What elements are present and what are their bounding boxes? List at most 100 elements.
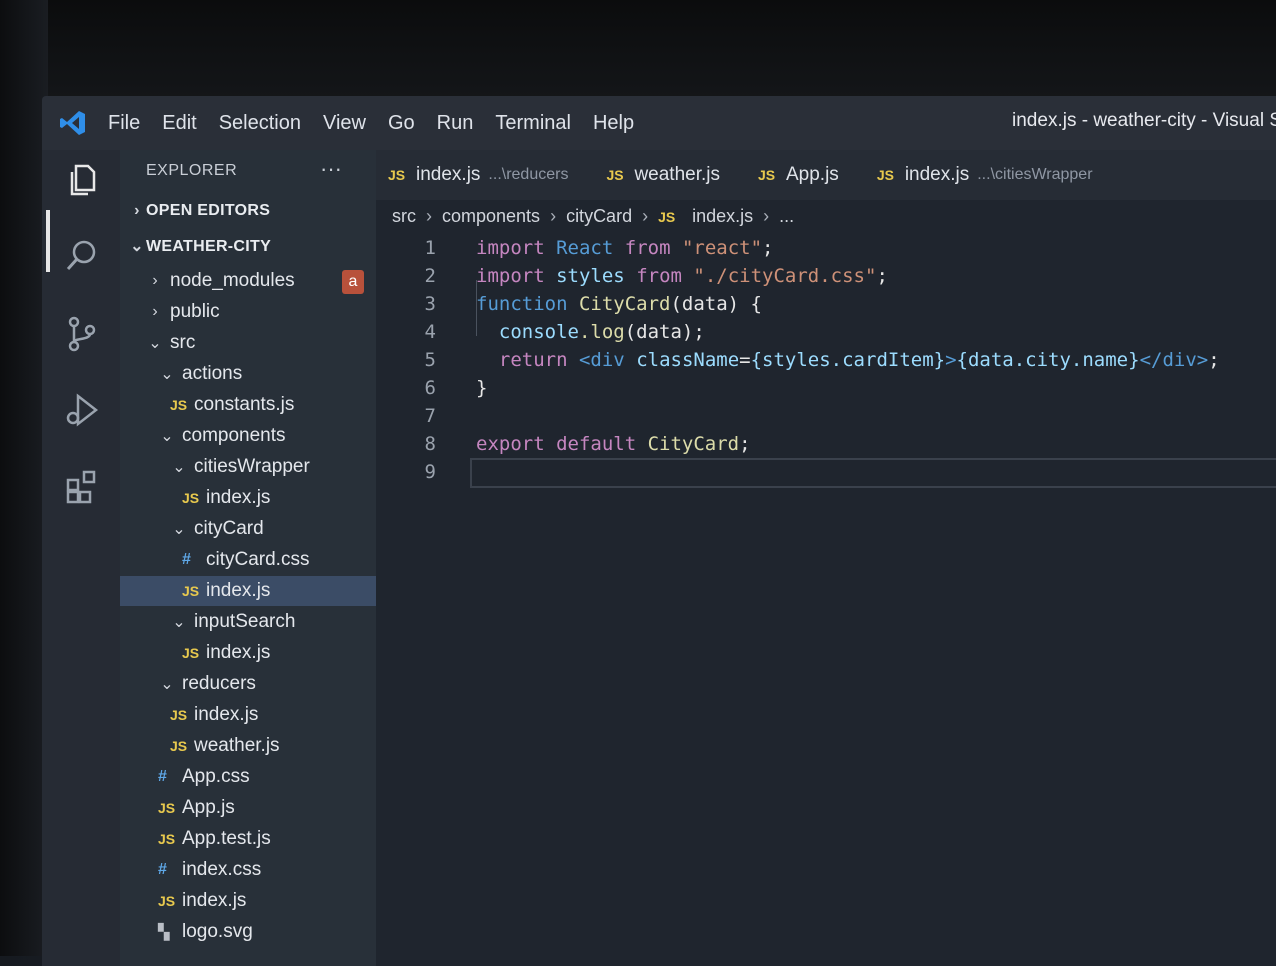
vscode-logo-icon [60, 111, 85, 135]
js-file-icon: JS [182, 490, 200, 506]
project-label: WEATHER-CITY [146, 238, 272, 255]
tree-item-label: cityCard [194, 518, 264, 539]
breadcrumb: src › components › cityCard › JS index.j… [392, 206, 794, 227]
tree-item-label: App.test.js [182, 828, 271, 849]
tree-file[interactable]: JS App.test.js [120, 824, 376, 854]
monitor-bezel-left [0, 0, 48, 956]
menu-edit[interactable]: Edit [162, 112, 196, 135]
tree-folder[interactable]: ⌄ reducers [120, 669, 376, 699]
code-line: 5 return <div className = {styles.cardItem… [376, 346, 1276, 374]
jsx-tag: > [945, 349, 957, 371]
tree-item-label: App.css [182, 766, 250, 787]
tab-citieswrapper-index[interactable]: JS index.js ...\citiesWrapper [865, 150, 1119, 200]
line-number: 4 [424, 321, 436, 343]
git-status-badge: a [342, 270, 364, 294]
line-number: 5 [424, 349, 436, 371]
tree-file[interactable]: JS constants.js [120, 390, 376, 420]
project-section[interactable]: ⌄ WEATHER-CITY [128, 236, 271, 256]
identifier: console [498, 321, 579, 343]
string-literal: "react" [681, 237, 763, 259]
tab-description: ...\citiesWrapper [977, 166, 1093, 183]
tree-file[interactable]: JS index.js [120, 886, 376, 916]
tab-app[interactable]: JS App.js [746, 150, 865, 200]
tab-label: index.js [416, 164, 481, 185]
search-icon[interactable] [62, 236, 102, 276]
tree-folder[interactable]: › public [120, 297, 376, 327]
punctuation: } [476, 377, 488, 399]
tree-file[interactable]: JS weather.js [120, 731, 376, 761]
menu-terminal[interactable]: Terminal [495, 112, 571, 135]
monitor-bezel-top [0, 0, 1276, 100]
breadcrumb-citycard[interactable]: cityCard [566, 206, 632, 227]
tree-folder[interactable]: ⌄ components [120, 421, 376, 451]
tab-label: index.js [904, 164, 970, 185]
menu-view[interactable]: View [323, 112, 366, 135]
line-number: 3 [424, 293, 436, 315]
tree-file[interactable]: # index.css [120, 855, 376, 885]
js-file-icon: JS [388, 167, 406, 183]
tree-file[interactable]: JS index.js [120, 638, 376, 668]
tree-item-label: index.js [206, 642, 271, 663]
explorer-icon[interactable] [62, 160, 102, 200]
open-editors-section[interactable]: › OPEN EDITORS [128, 202, 270, 220]
more-actions-icon[interactable]: ··· [320, 156, 342, 182]
tree-item-label: src [170, 332, 196, 353]
menu-go[interactable]: Go [388, 112, 415, 135]
code-line: 4 console .log (data); [376, 318, 1276, 346]
tree-file[interactable]: JS index.js [120, 700, 376, 730]
chevron-right-icon: › [550, 206, 557, 226]
keyword: import [476, 265, 545, 287]
tree-item-label: index.js [206, 487, 271, 508]
keyword: export default [476, 433, 637, 455]
menu-selection[interactable]: Selection [219, 112, 301, 135]
chevron-right-icon: › [152, 303, 158, 320]
code-editor[interactable]: 1 import React from "react"; 2 import styl… [376, 234, 1276, 486]
breadcrumb-more[interactable]: ... [779, 206, 794, 227]
menu-file[interactable]: File [108, 112, 140, 135]
editor-tabs: JS index.js ...\reducers JS weather.js JS Ap… [376, 150, 1276, 200]
tree-item-label: constants.js [194, 394, 295, 415]
tab-weather[interactable]: JS weather.js [594, 150, 746, 200]
tree-item-label: cityCard.css [206, 549, 310, 570]
menu-run[interactable]: Run [437, 112, 474, 135]
tree-file[interactable]: JS App.js [120, 793, 376, 823]
chevron-down-icon: ⌄ [130, 238, 144, 255]
tree-folder[interactable]: › node_modules a [120, 266, 376, 296]
code-line: 2 import styles from "./cityCard.css"; [376, 262, 1276, 290]
line-number: 1 [424, 237, 436, 259]
tree-folder[interactable]: ⌄ cityCard [120, 514, 376, 544]
breadcrumb-components[interactable]: components [442, 206, 540, 227]
source-control-icon[interactable] [62, 314, 102, 354]
breadcrumb-src[interactable]: src [392, 206, 416, 227]
run-debug-icon[interactable] [62, 390, 102, 430]
chevron-down-icon: ⌄ [160, 428, 174, 445]
tree-item-label: inputSearch [194, 611, 296, 632]
tree-item-label: public [170, 301, 220, 322]
tree-file[interactable]: # cityCard.css [120, 545, 376, 575]
code-line: 7 [376, 402, 1276, 430]
js-file-icon: JS [170, 738, 188, 754]
tree-item-label: actions [182, 363, 243, 384]
js-file-icon: JS [758, 167, 776, 183]
menu-help[interactable]: Help [593, 112, 634, 135]
vscode-window: File Edit Selection View Go Run Terminal… [42, 96, 1276, 966]
tree-folder[interactable]: ⌄ actions [120, 359, 376, 389]
tree-folder[interactable]: ⌄ src [120, 328, 376, 358]
tab-label: App.js [786, 164, 839, 185]
js-file-icon: JS [170, 707, 188, 723]
tree-folder[interactable]: ⌄ citiesWrapper [120, 452, 376, 482]
tree-file[interactable]: JS index.js [120, 483, 376, 513]
breadcrumb-file[interactable]: index.js [692, 206, 753, 227]
tab-reducers-index[interactable]: JS index.js ...\reducers [376, 150, 594, 200]
code-line: 1 import React from "react"; [376, 234, 1276, 262]
extensions-icon[interactable] [62, 466, 102, 506]
chevron-down-icon: ⌄ [172, 521, 186, 538]
punctuation: ; [739, 433, 751, 455]
function-name: CityCard [578, 293, 671, 315]
tree-folder[interactable]: ⌄ inputSearch [120, 607, 376, 637]
tree-item-label: index.js [206, 580, 271, 601]
tree-file[interactable]: ▚ logo.svg [120, 917, 376, 947]
tree-file[interactable]: JS index.js [120, 576, 376, 606]
tree-file[interactable]: # App.css [120, 762, 376, 792]
js-file-icon: JS [170, 397, 188, 413]
